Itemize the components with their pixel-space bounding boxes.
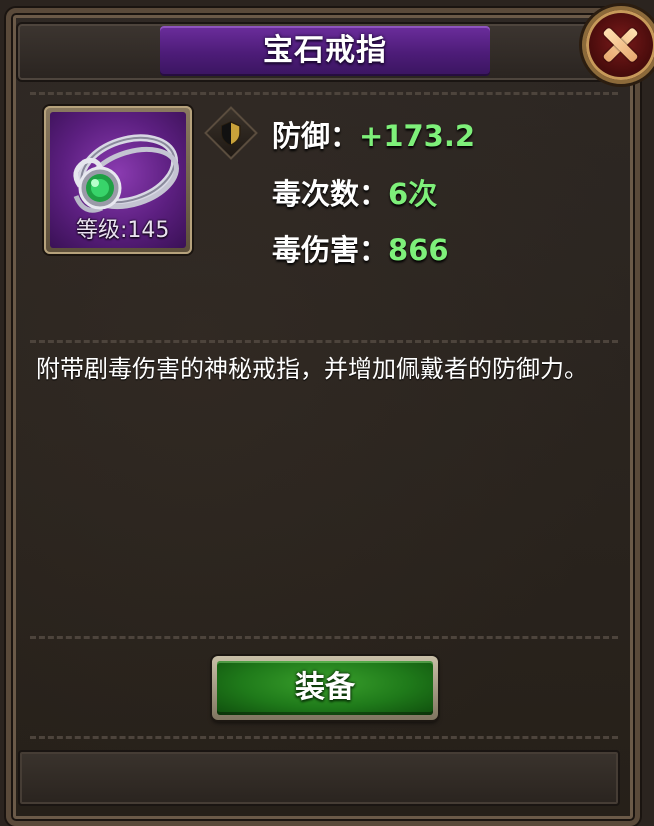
item-title: 宝石戒指 [263, 33, 387, 68]
stat-label: 毒伤害： [272, 233, 389, 267]
stat-value: +173.2 [359, 119, 476, 153]
stat-defense: 防御：+173.2 [272, 116, 475, 156]
bottom-bar [18, 750, 620, 806]
equip-button-face: 装备 [217, 661, 433, 715]
stat-poison-damage: 毒伤害：866 [272, 230, 449, 270]
stat-label: 防御： [272, 119, 360, 153]
close-button[interactable] [582, 6, 654, 84]
item-level: 等级:145 [76, 218, 170, 243]
stat-value: 866 [388, 233, 449, 267]
divider-top [30, 92, 618, 95]
stat-poison-count: 毒次数：6次 [272, 174, 437, 214]
stat-label: 毒次数： [272, 177, 389, 211]
divider-bottom [30, 736, 618, 739]
equip-button[interactable]: 装备 [212, 656, 438, 720]
item-description: 附带剧毒伤害的神秘戒指，并增加佩戴者的防御力。 [36, 355, 588, 383]
stat-value: 6次 [388, 177, 438, 211]
divider-middle [30, 340, 618, 343]
equip-label: 装备 [295, 670, 355, 705]
divider-lower [30, 636, 618, 639]
shield-icon [221, 121, 241, 146]
